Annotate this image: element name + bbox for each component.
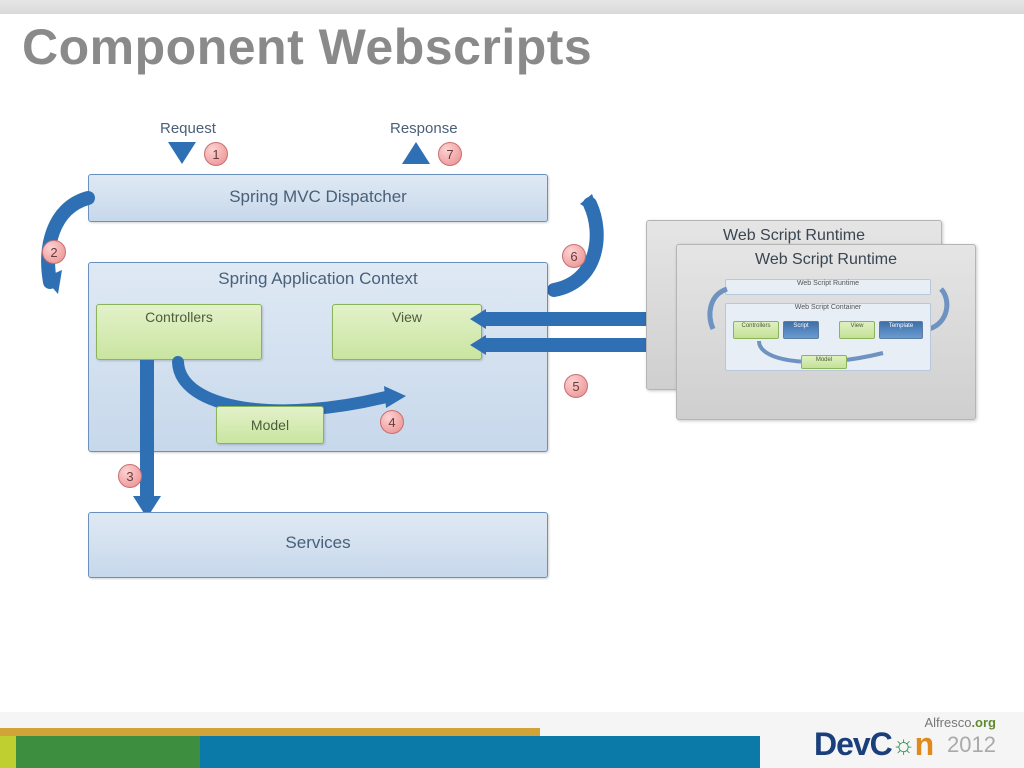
step-badge-5: 5	[564, 374, 588, 398]
runtime-inner-diagram: Web Script Runtime Web Script Container …	[725, 279, 931, 409]
box-controllers-label: Controllers	[145, 309, 213, 325]
step-num: 2	[50, 245, 57, 260]
box-runtime-front: Web Script Runtime Web Script Runtime We…	[676, 244, 976, 420]
box-dispatcher-label: Spring MVC Dispatcher	[89, 175, 547, 207]
arrow-to-runtime-in-head-icon	[470, 335, 486, 355]
footer-blue-stripe	[0, 736, 760, 768]
mini-runtime-strip-label: Web Script Runtime	[726, 280, 930, 287]
logo-devcon: DevC☼n	[814, 726, 941, 762]
box-controllers: Controllers	[96, 304, 262, 360]
step-badge-3: 3	[118, 464, 142, 488]
step-badge-1: 1	[204, 142, 228, 166]
label-request: Request	[160, 120, 216, 137]
box-dispatcher: Spring MVC Dispatcher	[88, 174, 548, 222]
box-services-label: Services	[89, 513, 547, 553]
box-model: Model	[216, 406, 324, 444]
box-services: Services	[88, 512, 548, 578]
step-num: 4	[388, 415, 395, 430]
architecture-diagram: Request Response 1 7 Spring MVC Dispatch…	[40, 112, 984, 642]
logo-devcon-row: DevC☼n 2012	[814, 730, 996, 760]
arrow-request-down-icon	[168, 142, 196, 164]
arrow-response-up-icon	[402, 142, 430, 164]
mini-template: Template	[879, 321, 923, 339]
step-num: 5	[572, 379, 579, 394]
mini-view: View	[839, 321, 875, 339]
mini-script: Script	[783, 321, 819, 339]
slide-title: Component Webscripts	[22, 18, 592, 76]
mini-model: Model	[801, 355, 847, 369]
box-runtime-front-label: Web Script Runtime	[677, 245, 975, 271]
box-view: View	[332, 304, 482, 360]
step-num: 6	[570, 249, 577, 264]
footer-gold-stripe	[0, 728, 540, 736]
step-num: 3	[126, 469, 133, 484]
mini-runtime-strip: Web Script Runtime	[725, 279, 931, 295]
arrow-to-services-stem	[140, 360, 154, 500]
logo-year: 2012	[947, 732, 996, 757]
slide-top-border	[0, 0, 1024, 14]
logo-n: n	[915, 726, 934, 762]
label-response: Response	[390, 120, 458, 137]
logo-brand-suf: .org	[971, 715, 996, 730]
step-badge-6: 6	[562, 244, 586, 268]
box-model-label: Model	[251, 417, 289, 433]
logo-dev: Dev	[814, 726, 870, 762]
step-num: 7	[446, 147, 453, 162]
mini-controllers: Controllers	[733, 321, 779, 339]
logo-c: C	[870, 726, 892, 762]
box-appcontext-label: Spring Application Context	[89, 263, 547, 289]
conference-logo: Alfresco.org DevC☼n 2012	[814, 715, 996, 760]
step-badge-2: 2	[42, 240, 66, 264]
box-view-label: View	[392, 309, 422, 325]
step-badge-4: 4	[380, 410, 404, 434]
logo-o-icon: ☼	[892, 729, 915, 759]
step-badge-7: 7	[438, 142, 462, 166]
arrow-to-runtime-out-head-icon	[470, 309, 486, 329]
mini-container-label: Web Script Container	[726, 304, 930, 311]
step-num: 1	[212, 147, 219, 162]
